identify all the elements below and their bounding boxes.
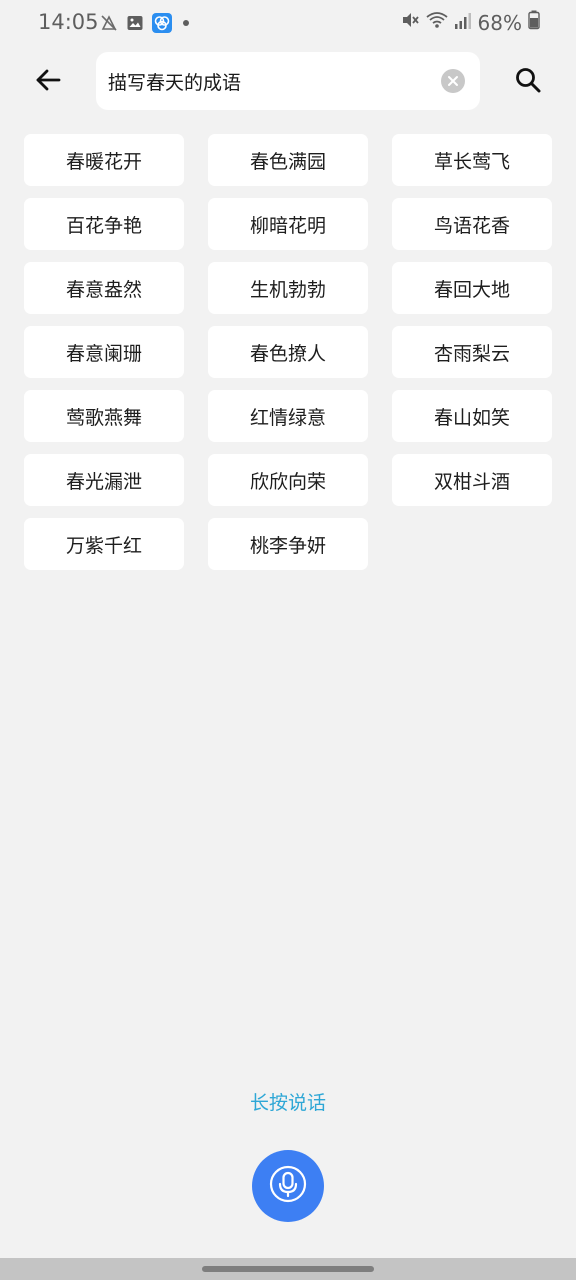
result-chip[interactable]: 红情绿意 (208, 390, 368, 442)
dot-icon (180, 17, 192, 29)
status-left-icons (100, 13, 192, 33)
result-chip[interactable]: 春山如笑 (392, 390, 552, 442)
results-grid: 春暖花开 春色满园 草长莺飞百花争艳 柳暗花明 鸟语花香春意盎然 生机勃勃 春回大地春意阑珊… (24, 134, 552, 570)
result-chip[interactable]: 桃李争妍 (208, 518, 368, 570)
result-chip[interactable]: 百花争艳 (24, 198, 184, 250)
result-chip[interactable]: 柳暗花明 (208, 198, 368, 250)
search-input[interactable]: 描写春天的成语 (96, 52, 480, 110)
result-chip[interactable]: 鸟语花香 (392, 198, 552, 250)
battery-percent: 68% (477, 10, 522, 35)
result-chip[interactable]: 双柑斗酒 (392, 454, 552, 506)
result-chip[interactable]: 生机勃勃 (208, 262, 368, 314)
microphone-icon (268, 1164, 308, 1208)
close-icon (447, 72, 459, 91)
result-chip[interactable]: 春光漏泄 (24, 454, 184, 506)
notification-muted-icon (100, 14, 118, 32)
search-button[interactable] (506, 60, 550, 104)
signal-icon (454, 11, 472, 35)
voice-hint: 长按说话 (249, 1092, 326, 1114)
result-chip[interactable]: 春意盎然 (24, 262, 184, 314)
result-chip[interactable]: 欣欣向荣 (208, 454, 368, 506)
result-chip[interactable]: 春色撩人 (208, 326, 368, 378)
result-chip[interactable]: 草长莺飞 (392, 134, 552, 186)
home-handle[interactable] (202, 1266, 374, 1272)
result-chip[interactable]: 莺歌燕舞 (24, 390, 184, 442)
search-query: 描写春天的成语 (108, 72, 242, 94)
result-chip[interactable]: 万紫千红 (24, 518, 184, 570)
result-chip[interactable]: 春色满园 (208, 134, 368, 186)
result-chip[interactable]: 春暖花开 (24, 134, 184, 186)
mute-icon (400, 10, 420, 35)
back-button[interactable] (28, 62, 68, 102)
status-time: 14:05 (38, 10, 99, 34)
clear-button[interactable] (441, 69, 465, 93)
status-right: 68% (400, 10, 540, 35)
navigation-bar (0, 1258, 576, 1280)
gallery-icon (126, 14, 144, 32)
result-chip[interactable]: 春意阑珊 (24, 326, 184, 378)
result-chip[interactable]: 春回大地 (392, 262, 552, 314)
result-chip[interactable]: 杏雨梨云 (392, 326, 552, 378)
wifi-icon (425, 10, 448, 35)
search-icon (514, 66, 542, 98)
app-icon (152, 13, 172, 33)
status-bar: 14:05 68% (0, 0, 576, 48)
arrow-left-icon (34, 66, 62, 98)
voice-input-button[interactable] (252, 1150, 324, 1222)
battery-icon (528, 10, 540, 35)
